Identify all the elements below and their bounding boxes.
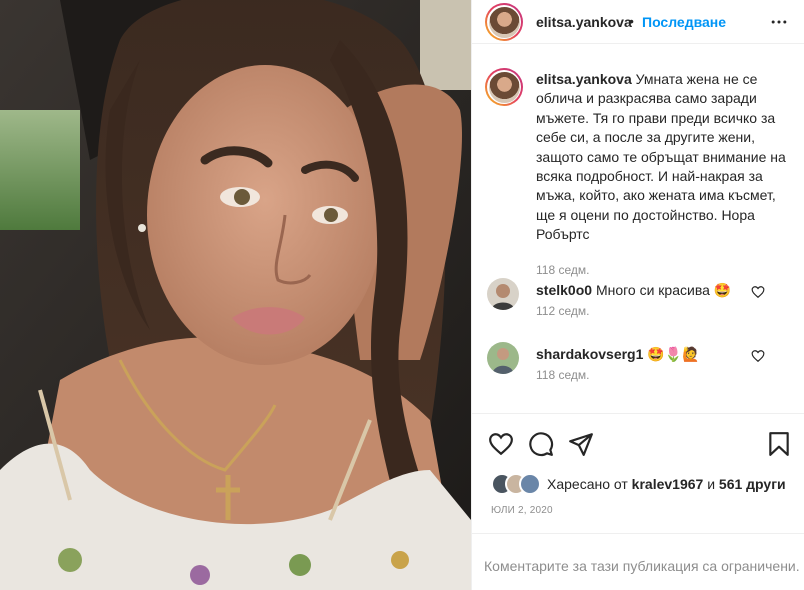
comment-text-block: shardakovserg1 🤩🌷🙋 [536,346,700,363]
save-bookmark-icon[interactable] [766,431,792,457]
like-comment-heart-icon[interactable] [751,349,765,363]
comments-restricted-footer: Коментарите за тази публикация са ограни… [472,533,804,590]
comments-list[interactable]: elitsa.yankova Умната жена не се облича … [472,45,804,413]
post-date[interactable]: юли 2, 2020 [491,505,553,516]
like-comment-heart-icon[interactable] [751,285,765,299]
like-heart-icon[interactable] [488,431,514,457]
post-header: elitsa.yankova • Последване [472,0,804,44]
follow-button[interactable]: Последване [642,14,726,30]
author-avatar[interactable] [485,3,523,41]
comment-time[interactable]: 118 седм. [536,368,589,382]
comment-username[interactable]: shardakovserg1 [536,346,643,362]
author-username[interactable]: elitsa.yankova [536,14,632,30]
comment-username[interactable]: stelk0o0 [536,282,592,298]
likes-prefix: Харесано от [547,476,628,492]
likes-summary[interactable]: Харесано от kralev1967 и 561 други [491,472,786,496]
share-paper-plane-icon[interactable] [568,431,594,457]
caption-time[interactable]: 118 седм. [536,263,589,277]
caption-username[interactable]: elitsa.yankova [536,71,632,87]
post-dialog: elitsa.yankova • Последване elitsa.yanko… [0,0,804,590]
likes-user-link[interactable]: kralev1967 [632,476,704,492]
likes-others-link[interactable]: 561 други [719,476,786,492]
caption-text: Умната жена не се облича и разкрасява са… [536,71,786,243]
scroll-fade [472,400,804,413]
liker-avatar [519,473,541,495]
post-actions: Харесано от kralev1967 и 561 други юли 2… [472,413,804,533]
comment-text-block: stelk0o0 Много си красива 🤩 [536,282,731,299]
likes-conj: и [707,476,716,492]
post-photo[interactable] [0,0,471,590]
caption-avatar[interactable] [485,68,523,106]
commenter-avatar[interactable] [487,342,519,374]
comment-bubble-icon[interactable] [528,431,554,457]
photo-illustration [0,0,471,590]
comment-text: Много си красива 🤩 [595,282,732,298]
caption-text-block: elitsa.yankova Умната жена не се облича … [536,70,794,245]
post-side-panel: elitsa.yankova • Последване elitsa.yanko… [471,0,804,590]
separator-dot: • [629,13,634,29]
more-options-icon[interactable] [769,12,789,32]
comment-time[interactable]: 112 седм. [536,304,589,318]
commenter-avatar[interactable] [487,278,519,310]
comment-text: 🤩🌷🙋 [647,346,700,362]
comments-restricted-text: Коментарите за тази публикация са ограни… [484,558,800,574]
likes-text: Харесано от kralev1967 и 561 други [547,476,786,492]
